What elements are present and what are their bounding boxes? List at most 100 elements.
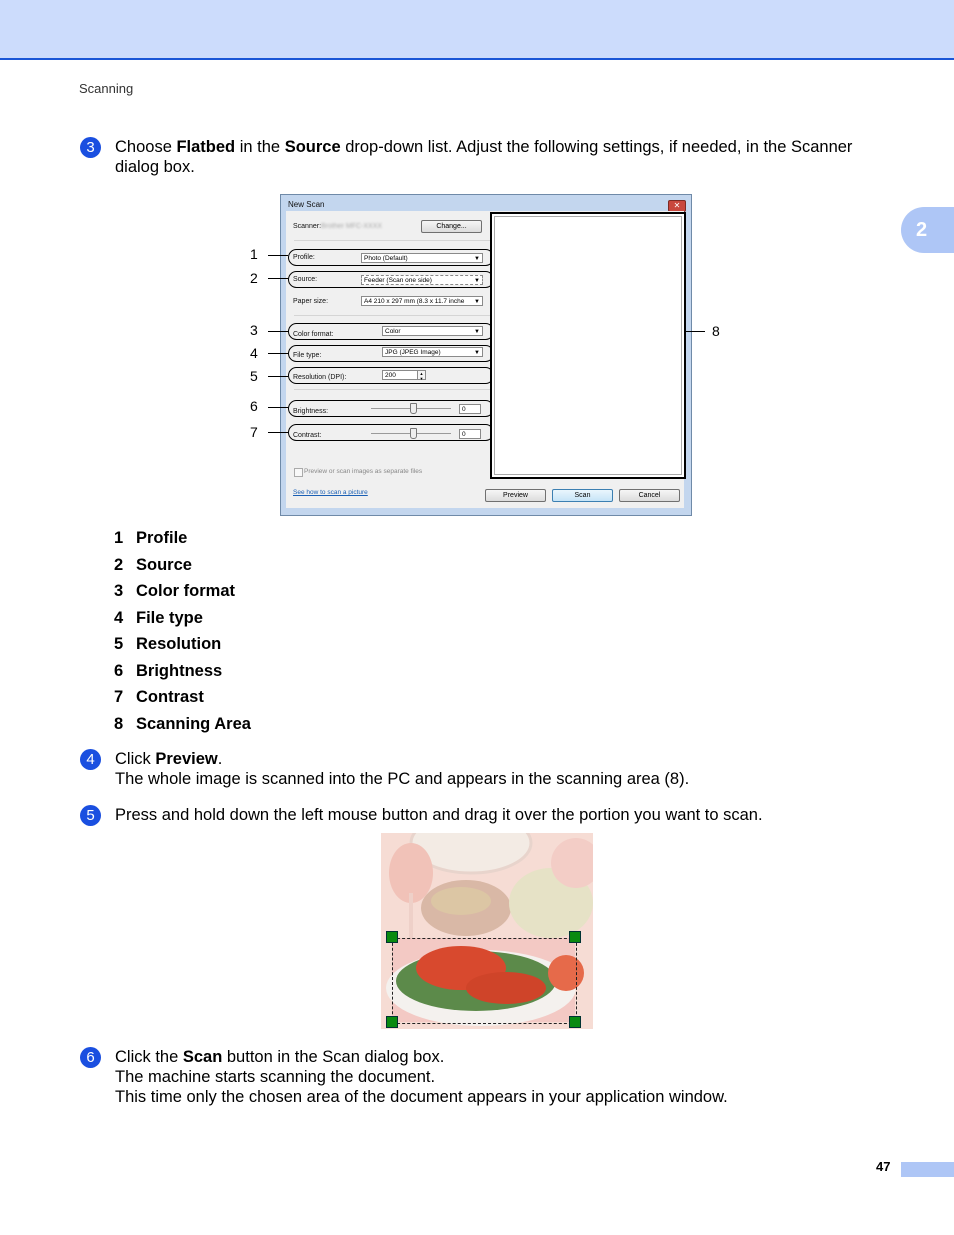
step-text: Choose Flatbed in the Source drop-down l…: [115, 137, 852, 177]
divider: [294, 315, 490, 316]
separate-files-checkbox[interactable]: [294, 468, 303, 477]
scan-button[interactable]: Scan: [552, 489, 613, 502]
chevron-down-icon: ▼: [474, 278, 480, 284]
callout-leader: [685, 331, 705, 333]
callout-number: 6: [250, 398, 258, 414]
step-text: Press and hold down the left mouse butto…: [115, 806, 763, 824]
separate-files-label: Preview or scan images as separate files: [304, 468, 423, 475]
file-type-label: File type:: [293, 352, 322, 359]
legend-label: Source: [136, 555, 192, 574]
resolution-spinner[interactable]: ▲ ▼: [417, 370, 426, 381]
scanning-area[interactable]: [490, 212, 686, 479]
color-format-label: Color format:: [293, 331, 334, 338]
text: Click the: [115, 1048, 183, 1066]
step-number-badge: 5: [80, 805, 101, 826]
help-link[interactable]: See how to scan a picture: [293, 489, 368, 496]
callout-leader: [268, 376, 288, 378]
paper-size-dropdown[interactable]: A4 210 x 297 mm (8.3 x 11.7 inche ▼: [361, 296, 483, 306]
legend-number: 6: [114, 661, 124, 680]
new-scan-dialog: New Scan ✕ Scanner: Brother MFC-XXXX Cha…: [280, 194, 692, 516]
step-number-badge: 3: [80, 137, 101, 158]
preview-image[interactable]: [381, 833, 593, 1029]
scanning-area-inner: [494, 216, 682, 475]
contrast-label: Contrast:: [293, 432, 322, 439]
resize-handle-top-right[interactable]: [569, 931, 581, 943]
change-button[interactable]: Change...: [421, 220, 482, 233]
brightness-input[interactable]: 0: [459, 404, 481, 414]
profile-dropdown[interactable]: Photo (Default) ▼: [361, 253, 483, 263]
legend-item: 1 Profile: [114, 528, 251, 555]
cancel-button[interactable]: Cancel: [619, 489, 680, 502]
chevron-down-icon: ▼: [474, 350, 480, 356]
text: Choose: [115, 138, 177, 156]
contrast-slider-thumb[interactable]: [410, 428, 417, 439]
color-format-dropdown[interactable]: Color ▼: [382, 326, 483, 336]
legend-label: Resolution: [136, 635, 222, 653]
scanner-name: Brother MFC-XXXX: [321, 223, 383, 230]
profile-label: Profile:: [293, 254, 315, 261]
text: dialog box.: [115, 158, 195, 176]
page-number: 47: [876, 1159, 891, 1174]
bold-text: Preview: [155, 750, 218, 768]
legend-item: 4 File type: [114, 608, 251, 635]
legend-number: 2: [114, 555, 124, 574]
callout-number: 3: [250, 322, 258, 338]
selected-value: Feeder (Scan one side): [364, 277, 432, 284]
resolution-label: Resolution (DPI):: [293, 374, 347, 381]
resize-handle-bottom-left[interactable]: [386, 1016, 398, 1028]
text: Click: [115, 750, 156, 768]
contrast-input[interactable]: 0: [459, 429, 481, 439]
brightness-slider-thumb[interactable]: [410, 403, 417, 414]
page-number-bar: [901, 1162, 954, 1177]
text: in the: [235, 138, 285, 156]
dialog-body: Scanner: Brother MFC-XXXX Change... Prof…: [286, 211, 686, 508]
step-number-badge: 6: [80, 1047, 101, 1068]
selected-value: A4 210 x 297 mm (8.3 x 11.7 inche: [364, 298, 465, 305]
callout-leader: [268, 255, 288, 257]
bold-text: Flatbed: [176, 138, 236, 156]
preview-button[interactable]: Preview: [485, 489, 546, 502]
callout-number: 5: [250, 368, 258, 384]
resize-handle-top-left[interactable]: [386, 931, 398, 943]
legend-number: 3: [114, 582, 124, 600]
legend-item: 5 Resolution: [114, 634, 251, 661]
paper-size-label: Paper size:: [293, 298, 329, 305]
callout-leader: [268, 353, 288, 355]
step-number-badge: 4: [80, 749, 101, 770]
legend-label: Brightness: [136, 661, 223, 680]
legend-label: Color format: [136, 582, 235, 600]
legend-item: 7 Contrast: [114, 687, 251, 714]
text: The whole image is scanned into the PC a…: [115, 770, 690, 788]
resize-handle-bottom-right[interactable]: [569, 1016, 581, 1028]
callout-leader: [268, 407, 288, 409]
legend-number: 5: [114, 635, 124, 653]
legend-number: 1: [114, 529, 124, 547]
chapter-tab: 2: [901, 207, 954, 253]
legend-label: Profile: [136, 529, 188, 547]
legend-item: 2 Source: [114, 555, 251, 582]
callout-number: 4: [250, 345, 258, 361]
file-type-dropdown[interactable]: JPG (JPEG Image) ▼: [382, 347, 483, 357]
callout-number: 8: [712, 323, 720, 339]
callout-legend: 1 Profile 2 Source 3 Color format 4 File typ…: [114, 528, 251, 740]
chevron-down-icon: ▼: [474, 329, 480, 335]
selected-value: JPG (JPEG Image): [385, 349, 441, 356]
legend-item: 3 Color format: [114, 581, 251, 608]
selection-rectangle[interactable]: [392, 938, 577, 1024]
header-band: [0, 0, 954, 60]
legend-label: Contrast: [136, 688, 204, 706]
chevron-down-icon: ▼: [474, 256, 480, 262]
legend-label: File type: [136, 608, 203, 627]
callout-number: 2: [250, 270, 258, 286]
dialog-title: New Scan: [288, 200, 325, 209]
bold-text: Scan: [182, 1048, 223, 1066]
resolution-input[interactable]: 200: [382, 370, 418, 380]
text: button in the Scan dialog box.: [222, 1048, 445, 1066]
text: drop-down list. Adjust the following set…: [340, 138, 853, 156]
source-dropdown[interactable]: Feeder (Scan one side) ▼: [361, 275, 483, 285]
divider: [294, 240, 490, 241]
selected-value: Color: [385, 328, 401, 335]
step-text: Click the Scan button in the Scan dialog…: [115, 1047, 728, 1107]
callout-leader: [268, 331, 288, 333]
legend-label: Scanning Area: [136, 714, 251, 733]
